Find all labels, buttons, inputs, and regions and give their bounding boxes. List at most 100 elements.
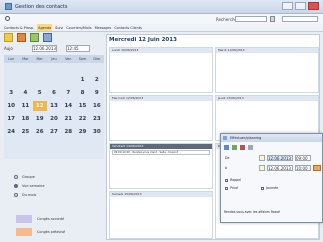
to-date-field[interactable]: 12.06.2013 bbox=[267, 165, 293, 171]
private-checkbox[interactable]: Privé bbox=[225, 186, 238, 190]
legend-item: Congés accordé bbox=[16, 212, 65, 225]
menu-item[interactable]: Messages bbox=[95, 24, 112, 31]
radio-icon[interactable] bbox=[14, 174, 18, 179]
date-nav: Aujo 12.06.2013 12:45 bbox=[4, 45, 104, 53]
menu-item[interactable]: Contacts Clients bbox=[114, 24, 142, 31]
maximize-button[interactable] bbox=[295, 2, 306, 10]
save-icon[interactable] bbox=[224, 144, 229, 150]
reminder-checkbox[interactable]: Rappel bbox=[225, 178, 241, 182]
day-cell-saturday[interactable]: Samedi 15/06/2013 bbox=[109, 191, 213, 239]
view-option-label: Vue semaine bbox=[22, 183, 45, 188]
calendar-day[interactable]: 14 bbox=[61, 101, 75, 111]
search-row: Recherche bbox=[0, 14, 323, 24]
day-cell-friday[interactable]: Vendredi 14/06/2013 09:00-10:00 - Rendez… bbox=[109, 143, 213, 189]
search-go-button[interactable] bbox=[270, 16, 275, 22]
calendar-day[interactable]: 4 bbox=[18, 88, 32, 98]
menu-item[interactable]: Courriers/Mails bbox=[66, 24, 91, 31]
radio-icon[interactable] bbox=[14, 192, 18, 197]
calendar-icon[interactable] bbox=[4, 33, 13, 42]
calendar-day[interactable]: 26 bbox=[33, 127, 47, 137]
from-color-swatch[interactable] bbox=[259, 155, 265, 161]
to-color-swatch[interactable] bbox=[259, 165, 265, 171]
view-option-label: Groupe bbox=[22, 174, 35, 179]
calendar-day[interactable]: 29 bbox=[75, 127, 89, 137]
calendar-day[interactable]: 22 bbox=[75, 114, 89, 124]
appointment-note[interactable]: Rendez-vous avec les affaires Rossé bbox=[224, 210, 280, 214]
selected-date-header: Mercredi 12 Juin 2013 bbox=[109, 37, 177, 43]
calendar-day[interactable]: 10 bbox=[4, 101, 18, 111]
calendar-day[interactable]: 20 bbox=[47, 114, 61, 124]
to-time-field[interactable]: 10:00 bbox=[295, 165, 311, 171]
weekday-label: Dim bbox=[93, 57, 101, 61]
calendar-day[interactable]: 5 bbox=[33, 88, 47, 98]
calendar-day[interactable]: 2 bbox=[90, 75, 104, 85]
notes-icon[interactable] bbox=[43, 33, 52, 42]
time-field[interactable]: 12:45 bbox=[66, 45, 90, 52]
delete-icon[interactable] bbox=[240, 144, 245, 150]
legend-swatch bbox=[16, 214, 32, 223]
search-extra-input[interactable] bbox=[282, 16, 318, 22]
clock-icon[interactable] bbox=[17, 33, 26, 42]
calendar-day[interactable]: 11 bbox=[18, 101, 32, 111]
calendar-day[interactable]: 1 bbox=[75, 75, 89, 85]
calendar-day[interactable]: 21 bbox=[61, 114, 75, 124]
close-button[interactable] bbox=[308, 2, 319, 10]
menu-item[interactable]: Suivi bbox=[55, 24, 63, 31]
calendar-day[interactable]: 30 bbox=[90, 127, 104, 137]
close-icon[interactable] bbox=[248, 144, 253, 150]
calendar-day[interactable]: 9 bbox=[90, 88, 104, 98]
from-label: De bbox=[225, 156, 230, 160]
calendar-day[interactable]: 23 bbox=[90, 114, 104, 124]
category-color[interactable] bbox=[313, 165, 321, 171]
calendar-day[interactable]: 6 bbox=[47, 88, 61, 98]
weekday-label: Ven bbox=[65, 57, 72, 61]
from-time-field[interactable]: 09:00 bbox=[295, 155, 311, 161]
dialog-toolbar bbox=[221, 142, 322, 152]
checkbox-icon[interactable] bbox=[261, 186, 264, 190]
menu-item-active[interactable]: Agenda bbox=[37, 24, 53, 31]
radio-selected-icon[interactable] bbox=[14, 183, 18, 188]
day-cell-monday[interactable]: Lundi 10/06/2013 bbox=[109, 47, 213, 93]
checkbox-icon[interactable] bbox=[225, 178, 228, 182]
appointment-entry[interactable]: 09:00-10:00 - Rendez-vous client - Salle… bbox=[112, 150, 210, 155]
calendar-day[interactable]: 24 bbox=[4, 127, 18, 137]
date-field[interactable]: 12.06.2013 bbox=[32, 45, 57, 52]
calendar-day[interactable]: 18 bbox=[18, 114, 32, 124]
day-cell-tuesday[interactable]: Mardi 11/06/2013 bbox=[215, 47, 319, 93]
people-icon[interactable] bbox=[30, 33, 39, 42]
calendar-day[interactable]: 15 bbox=[75, 101, 89, 111]
day-header: Lundi 10/06/2013 bbox=[110, 48, 212, 53]
checkbox-icon[interactable] bbox=[225, 186, 228, 190]
calendar-day[interactable]: 12 bbox=[32, 101, 47, 111]
calendar-day[interactable]: 28 bbox=[61, 127, 75, 137]
calendar-day[interactable]: 16 bbox=[90, 101, 104, 111]
new-icon[interactable] bbox=[232, 144, 237, 150]
allday-checkbox[interactable]: Journée bbox=[261, 186, 278, 190]
dialog-icon bbox=[223, 136, 227, 140]
calendar-day[interactable]: 19 bbox=[33, 114, 47, 124]
window-controls bbox=[282, 2, 319, 10]
calendar-day[interactable]: 7 bbox=[61, 88, 75, 98]
search-input[interactable] bbox=[235, 16, 267, 22]
view-option-month[interactable]: Du mois bbox=[14, 190, 45, 199]
minimize-button[interactable] bbox=[282, 2, 293, 10]
calendar-day[interactable]: 27 bbox=[47, 127, 61, 137]
today-label: Aujo bbox=[4, 46, 13, 51]
view-option-group[interactable]: Groupe bbox=[14, 172, 45, 181]
weekday-label: Mar bbox=[22, 57, 29, 61]
from-date-field[interactable]: 12.06.2013 bbox=[267, 155, 293, 161]
to-label: à bbox=[225, 166, 227, 170]
weekday-label: Lun bbox=[8, 57, 15, 61]
menu-item[interactable]: Contacts & Prosp. bbox=[4, 24, 34, 31]
calendar-day[interactable]: 13 bbox=[47, 101, 61, 111]
day-cell-wednesday[interactable]: Mercredi 12/06/2013 bbox=[109, 95, 213, 141]
calendar-day[interactable]: 3 bbox=[4, 88, 18, 98]
calendar-day[interactable]: 17 bbox=[4, 114, 18, 124]
legend-item: Congés préavisé bbox=[16, 225, 65, 238]
calendar-day[interactable]: 25 bbox=[18, 127, 32, 137]
view-option-week[interactable]: Vue semaine bbox=[14, 181, 45, 190]
search-icon[interactable] bbox=[5, 16, 10, 21]
appointment-dialog: Effectuer/planning De 12.06.2013 09:00 à… bbox=[220, 133, 323, 223]
calendar-day[interactable]: 8 bbox=[75, 88, 89, 98]
mini-calendar: Lun Mar Mer Jeu Ven Sam Dim 1 2 3 4 5 6 7 8 9 10 1… bbox=[4, 55, 104, 159]
